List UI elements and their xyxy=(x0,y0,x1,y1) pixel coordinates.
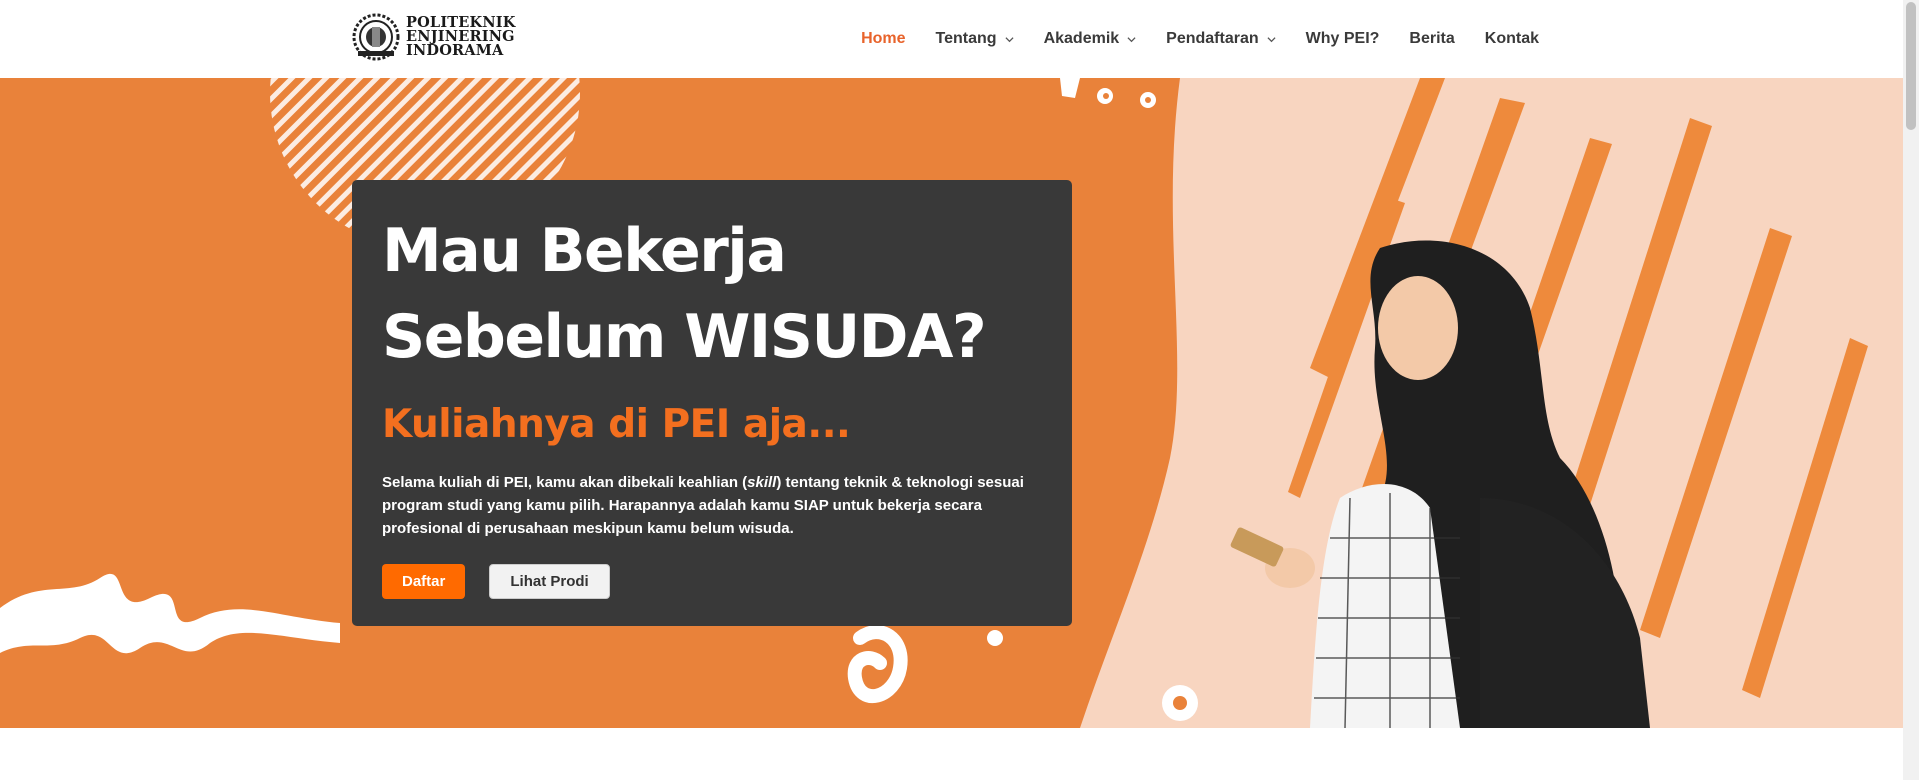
chevron-down-icon xyxy=(1005,36,1014,42)
hero-headline-line-1: Mau Bekerja xyxy=(382,216,787,286)
main-nav: Home Tentang Akademik Pendaftaran Why PE… xyxy=(861,0,1539,78)
chevron-down-icon xyxy=(1127,36,1136,42)
nav-kontak[interactable]: Kontak xyxy=(1485,30,1539,48)
nav-akademik[interactable]: Akademik xyxy=(1044,30,1137,48)
nav-why-pei[interactable]: Why PEI? xyxy=(1306,30,1380,48)
nav-pendaftaran-label: Pendaftaran xyxy=(1166,30,1259,47)
nav-kontak-label: Kontak xyxy=(1484,30,1539,47)
nav-why-pei-label: Why PEI? xyxy=(1305,30,1380,47)
chevron-down-icon xyxy=(1267,36,1276,42)
hero-description-skill: skill xyxy=(747,474,777,491)
nav-berita-label: Berita xyxy=(1409,30,1455,47)
nav-tentang[interactable]: Tentang xyxy=(936,30,1014,48)
logo-line-3: INDORAMA xyxy=(406,42,504,59)
nav-home[interactable]: Home xyxy=(861,30,905,48)
hero-card: Mau Bekerja Sebelum WISUDA? Kuliahnya di… xyxy=(352,180,1072,626)
daftar-button[interactable]: Daftar xyxy=(382,564,466,599)
hero-description-before: Selama kuliah di PEI, kamu akan dibekali… xyxy=(382,474,748,491)
hero-subheadline: Kuliahnya di PEI aja... xyxy=(382,402,851,447)
hero-headline-line-2: Sebelum WISUDA? xyxy=(382,302,987,372)
nav-akademik-label: Akademik xyxy=(1043,30,1120,47)
hero-banner: Mau Bekerja Sebelum WISUDA? Kuliahnya di… xyxy=(0,78,1903,728)
nav-pendaftaran[interactable]: Pendaftaran xyxy=(1166,30,1276,48)
page-scrollbar[interactable] xyxy=(1903,0,1919,780)
logo-text: POLITEKNIK ENJINERING INDORAMA xyxy=(406,15,516,59)
hero-description: Selama kuliah di PEI, kamu akan dibekali… xyxy=(382,471,1042,540)
nav-berita[interactable]: Berita xyxy=(1409,30,1454,48)
hero-buttons: Daftar Lihat Prodi xyxy=(382,564,1042,599)
hero-headline: Mau Bekerja Sebelum WISUDA? xyxy=(382,208,1042,380)
site-logo[interactable]: POLITEKNIK ENJINERING INDORAMA xyxy=(352,12,516,62)
scrollbar-thumb[interactable] xyxy=(1906,2,1916,130)
lihat-prodi-button[interactable]: Lihat Prodi xyxy=(489,564,610,599)
nav-tentang-label: Tentang xyxy=(935,30,997,47)
nav-home-label: Home xyxy=(861,30,906,47)
site-header: POLITEKNIK ENJINERING INDORAMA Home Tent… xyxy=(0,0,1903,78)
politeknik-logo-icon xyxy=(352,13,400,61)
